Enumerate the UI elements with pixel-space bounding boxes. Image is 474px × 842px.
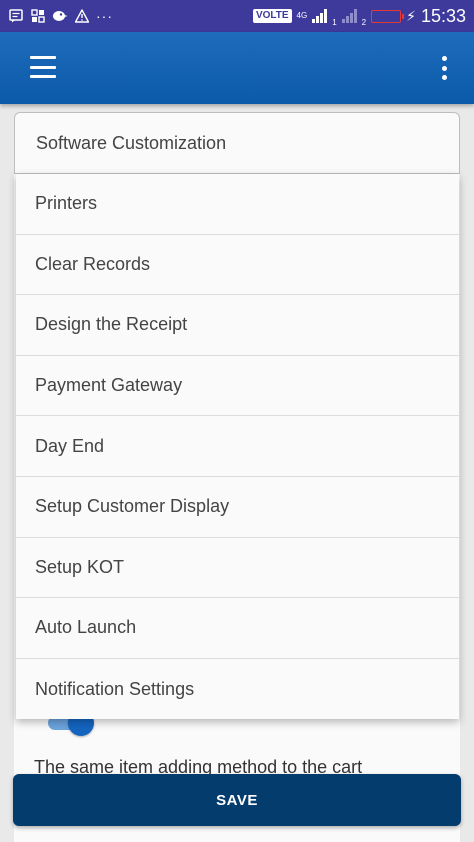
- save-button[interactable]: SAVE: [13, 774, 461, 826]
- system-icons: VOLTE 4G 1 2 ⚡ 15:33: [252, 5, 466, 27]
- notification-icons: ···: [8, 8, 113, 24]
- hamburger-icon[interactable]: [30, 56, 56, 78]
- sim1-label: 1: [332, 17, 337, 27]
- signal-sim2-icon: [341, 9, 357, 23]
- overflow-menu-icon[interactable]: [440, 56, 448, 80]
- menu-item-day-end[interactable]: Day End: [16, 416, 459, 477]
- message-icon: [8, 8, 24, 24]
- menu-item-clear-records[interactable]: Clear Records: [16, 235, 459, 296]
- grid-app-icon: [30, 8, 46, 24]
- app-bar: [0, 32, 474, 104]
- volte-badge: VOLTE: [252, 9, 292, 23]
- sim2-label: 2: [361, 17, 367, 27]
- menu-item-payment-gateway[interactable]: Payment Gateway: [16, 356, 459, 417]
- menu-item-printers[interactable]: Printers: [16, 174, 459, 235]
- settings-dropdown[interactable]: Software Customization: [14, 112, 460, 174]
- network-type-label: 4G: [296, 11, 308, 20]
- status-bar: ··· VOLTE 4G 1 2 ⚡ 15:33: [0, 0, 474, 32]
- menu-item-design-receipt[interactable]: Design the Receipt: [16, 295, 459, 356]
- menu-item-customer-display[interactable]: Setup Customer Display: [16, 477, 459, 538]
- battery-icon: [371, 9, 405, 23]
- menu-item-notification-settings[interactable]: Notification Settings: [16, 659, 459, 720]
- charging-icon: ⚡: [406, 7, 416, 24]
- menu-item-auto-launch[interactable]: Auto Launch: [16, 598, 459, 659]
- signal-sim1-icon: [312, 9, 328, 23]
- more-icon: ···: [96, 8, 113, 24]
- warning-icon: [74, 8, 90, 24]
- menu-item-setup-kot[interactable]: Setup KOT: [16, 538, 459, 599]
- dropdown-menu: Printers Clear Records Design the Receip…: [16, 174, 459, 720]
- bird-app-icon: [52, 8, 68, 24]
- clock: 15:33: [420, 5, 466, 26]
